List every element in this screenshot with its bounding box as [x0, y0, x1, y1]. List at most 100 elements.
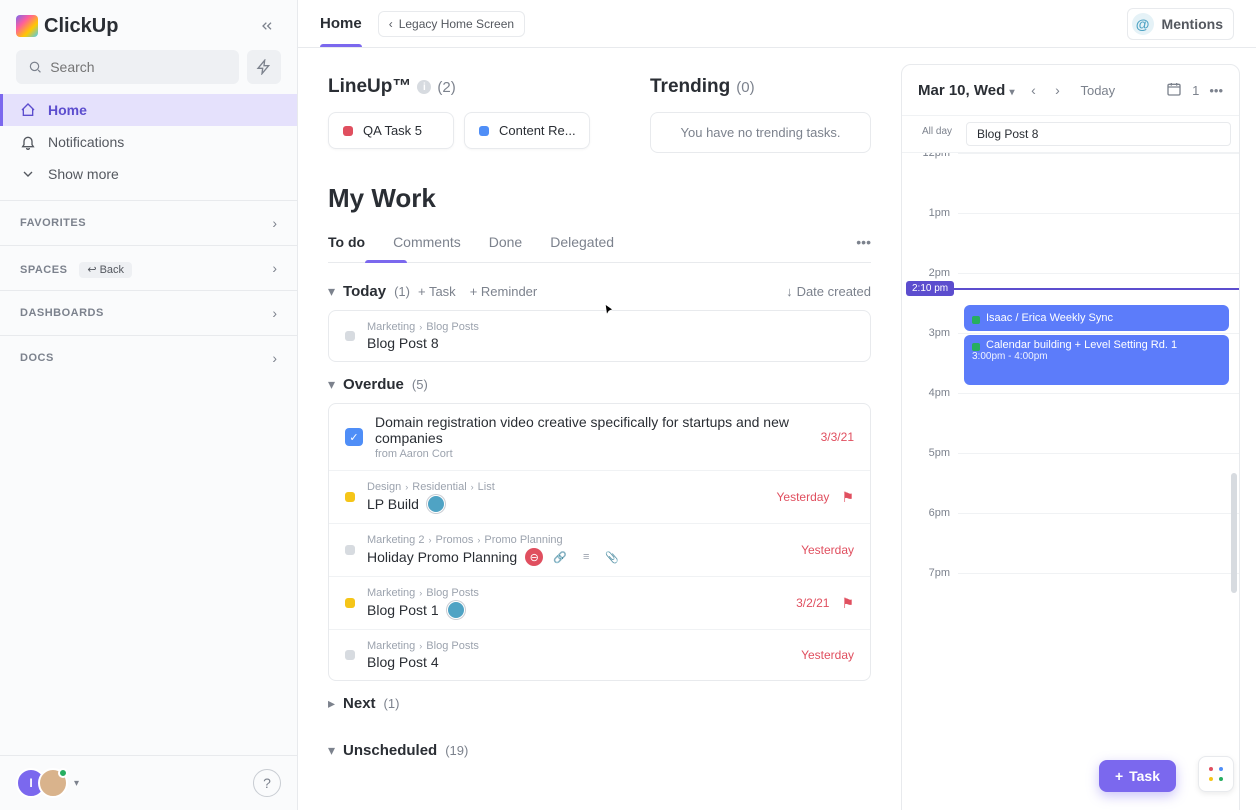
breadcrumb: Marketing 2› Promos› Promo Planning — [367, 534, 789, 546]
next-day-button[interactable]: › — [1046, 79, 1068, 101]
sort-button[interactable]: ↓ Date created — [786, 284, 871, 299]
calendar-grid[interactable]: 12pm 1pm 2pm 3pm 4pm 5pm 6pm 7pm 2:10 pm… — [902, 153, 1239, 810]
nav-show-more[interactable]: Show more — [0, 158, 297, 190]
trending-title: Trending — [650, 76, 730, 98]
user-menu[interactable]: I ▾ — [16, 768, 79, 798]
chevron-double-left-icon — [259, 18, 275, 34]
flag-icon[interactable]: ⚑ — [841, 595, 854, 612]
task-date: 3/2/21 — [796, 596, 829, 610]
hour-label: 12pm — [902, 153, 958, 207]
lineup-count: (2) — [437, 79, 455, 96]
task-name: Domain registration video creative speci… — [375, 414, 809, 446]
today-button[interactable]: Today — [1080, 83, 1115, 98]
search-input-container[interactable] — [16, 50, 239, 84]
task-row[interactable]: Marketing 2› Promos› Promo Planning Holi… — [329, 524, 870, 577]
reminder-icon: ✓ — [345, 428, 363, 446]
topbar-home-tab[interactable]: Home — [320, 15, 362, 32]
group-toggle[interactable]: ▾ — [328, 283, 335, 300]
task-row[interactable]: Marketing› Blog Posts Blog Post 4 Yester… — [329, 630, 870, 680]
new-task-fab[interactable]: + Task — [1099, 760, 1176, 792]
group-overdue-title: Overdue — [343, 376, 404, 393]
caret-down-icon: ▾ — [74, 778, 79, 789]
tab-comments[interactable]: Comments — [393, 234, 461, 262]
group-today-title: Today — [343, 283, 386, 300]
more-button[interactable]: ••• — [1209, 83, 1223, 98]
group-toggle[interactable]: ▾ — [328, 376, 335, 393]
tab-delegated[interactable]: Delegated — [550, 234, 614, 262]
day-count: 1 — [1192, 83, 1199, 98]
assignee-avatar[interactable] — [447, 601, 465, 619]
back-chip[interactable]: ↩ Back — [79, 262, 132, 278]
status-icon[interactable] — [345, 650, 355, 660]
assignee-avatar[interactable] — [427, 495, 445, 513]
app-logo[interactable]: ClickUp — [16, 15, 118, 38]
status-icon[interactable] — [345, 331, 355, 341]
main: Home ‹ Legacy Home Screen @ Mentions Lin… — [298, 0, 1256, 810]
add-reminder-button[interactable]: + Reminder — [470, 284, 538, 299]
calendar-event[interactable]: Isaac / Erica Weekly Sync — [964, 305, 1229, 331]
lineup-card[interactable]: QA Task 5 — [328, 112, 454, 149]
task-name: Holiday Promo Planning — [367, 549, 517, 565]
collapse-sidebar-button[interactable] — [253, 12, 281, 40]
nav-home-label: Home — [48, 102, 87, 118]
nav-notifications-label: Notifications — [48, 134, 124, 150]
calendar-event[interactable]: Calendar building + Level Setting Rd. 1 … — [964, 335, 1229, 385]
lineup-card[interactable]: Content Re... — [464, 112, 590, 149]
help-button[interactable]: ? — [253, 769, 281, 797]
nav-home[interactable]: Home — [0, 94, 297, 126]
status-icon[interactable] — [345, 545, 355, 555]
section-spaces[interactable]: SPACES ↩ Back › — [0, 245, 297, 290]
info-icon[interactable]: i — [417, 80, 431, 94]
apps-fab[interactable] — [1198, 756, 1234, 792]
attachment-icon[interactable]: 📎 — [603, 548, 621, 566]
breadcrumb: Design› Residential› List — [367, 481, 765, 493]
app-name: ClickUp — [44, 15, 118, 38]
section-favorites[interactable]: FAVORITES › — [0, 200, 297, 245]
mywork-title: My Work — [328, 183, 871, 214]
task-date: 3/3/21 — [821, 430, 854, 444]
group-toggle[interactable]: ▾ — [328, 742, 335, 759]
lineup-title: LineUp™ — [328, 76, 411, 98]
quick-action-button[interactable] — [247, 50, 281, 84]
task-row[interactable]: ✓ Domain registration video creative spe… — [329, 404, 870, 471]
legacy-home-button[interactable]: ‹ Legacy Home Screen — [378, 11, 525, 37]
calendar-date[interactable]: Mar 10, Wed ▾ — [918, 82, 1014, 99]
tab-done[interactable]: Done — [489, 234, 522, 262]
list-icon[interactable]: ≡ — [577, 548, 595, 566]
section-dashboards[interactable]: DASHBOARDS › — [0, 290, 297, 335]
task-row[interactable]: Design› Residential› List LP Build Yeste… — [329, 471, 870, 524]
mywork-tabs: To do Comments Done Delegated ••• — [328, 234, 871, 263]
chevron-right-icon: › — [272, 215, 277, 231]
prev-day-button[interactable]: ‹ — [1022, 79, 1044, 101]
group-toggle[interactable]: ▸ — [328, 695, 335, 712]
nav-notifications[interactable]: Notifications — [0, 126, 297, 158]
now-indicator: 2:10 pm — [902, 281, 1239, 296]
task-row[interactable]: Marketing› Blog Posts Blog Post 1 3/2/21… — [329, 577, 870, 630]
allday-event[interactable]: Blog Post 8 — [966, 122, 1231, 146]
add-task-button[interactable]: + Task — [418, 284, 456, 299]
task-from: from Aaron Cort — [375, 448, 809, 460]
section-docs[interactable]: DOCS › — [0, 335, 297, 380]
search-input[interactable] — [50, 59, 227, 75]
task-row[interactable]: Marketing› Blog Posts Blog Post 8 — [329, 311, 870, 361]
hour-label: 4pm — [902, 387, 958, 447]
calendar-icon[interactable] — [1166, 81, 1182, 100]
mentions-button[interactable]: @ Mentions — [1127, 8, 1234, 40]
nav-show-more-label: Show more — [48, 166, 119, 182]
hour-label: 2pm — [902, 267, 958, 327]
task-name: Blog Post 1 — [367, 602, 439, 618]
trending-count: (0) — [736, 79, 754, 96]
scrollbar[interactable] — [1231, 473, 1237, 593]
apps-grid-icon — [1207, 765, 1225, 783]
allday-label: All day — [902, 116, 958, 152]
chevron-right-icon: › — [272, 260, 277, 276]
link-icon[interactable]: 🔗 — [551, 548, 569, 566]
status-icon — [479, 126, 489, 136]
breadcrumb: Marketing› Blog Posts — [367, 321, 854, 333]
flag-icon[interactable]: ⚑ — [841, 489, 854, 506]
status-icon[interactable] — [345, 492, 355, 502]
status-icon[interactable] — [345, 598, 355, 608]
hour-label: 7pm — [902, 567, 958, 627]
tabs-more-button[interactable]: ••• — [856, 234, 871, 262]
tab-todo[interactable]: To do — [328, 234, 365, 262]
